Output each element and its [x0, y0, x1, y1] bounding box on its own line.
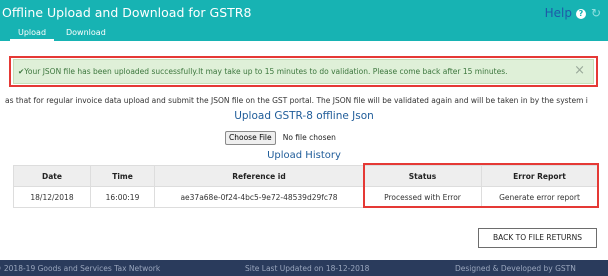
no-file-label: No file chosen [282, 133, 336, 142]
page-title: Offline Upload and Download for GSTR8 [2, 5, 252, 20]
footer-copyright: © 2018-19 Goods and Services Tax Network [0, 264, 161, 273]
upload-history-heading: Upload History [267, 150, 341, 161]
cell-time: 16:00:19 [90, 186, 155, 208]
footer-credit: Designed & Developed by GSTN [455, 264, 576, 273]
cell-date: 18/12/2018 [13, 186, 91, 208]
success-alert: ✔Your JSON file has been uploaded succes… [13, 59, 594, 84]
choose-file-button[interactable]: Choose File [225, 130, 276, 145]
column-header-reference-id: Reference id [154, 165, 364, 187]
close-icon[interactable]: × [574, 64, 585, 78]
cell-reference-id: ae37a68e-0f24-4bc5-9e72-48539d29fc78 [154, 186, 364, 208]
footer-last-updated: Site Last Updated on 18-12-2018 [245, 264, 370, 273]
status-highlight-box [363, 163, 599, 208]
page-footer: © 2018-19 Goods and Services Tax Network… [0, 260, 608, 276]
info-text: as that for regular invoice data upload … [5, 96, 588, 105]
active-tab-indicator [10, 39, 54, 41]
column-header-time: Time [90, 165, 155, 187]
alert-message: Your JSON file has been uploaded success… [24, 67, 508, 76]
back-to-file-returns-button[interactable]: BACK TO FILE RETURNS [478, 228, 597, 248]
refresh-icon[interactable]: ↻ [591, 6, 601, 20]
tab-upload[interactable]: Upload [18, 28, 46, 37]
upload-heading: Upload GSTR-8 offline Json [234, 110, 374, 122]
help-link[interactable]: Help [545, 6, 572, 20]
tab-download[interactable]: Download [66, 28, 106, 37]
file-picker: Choose File No file chosen [225, 127, 336, 145]
page-header: Offline Upload and Download for GSTR8 He… [0, 0, 608, 41]
help-icon[interactable]: ? [576, 9, 586, 19]
column-header-date: Date [13, 165, 91, 187]
